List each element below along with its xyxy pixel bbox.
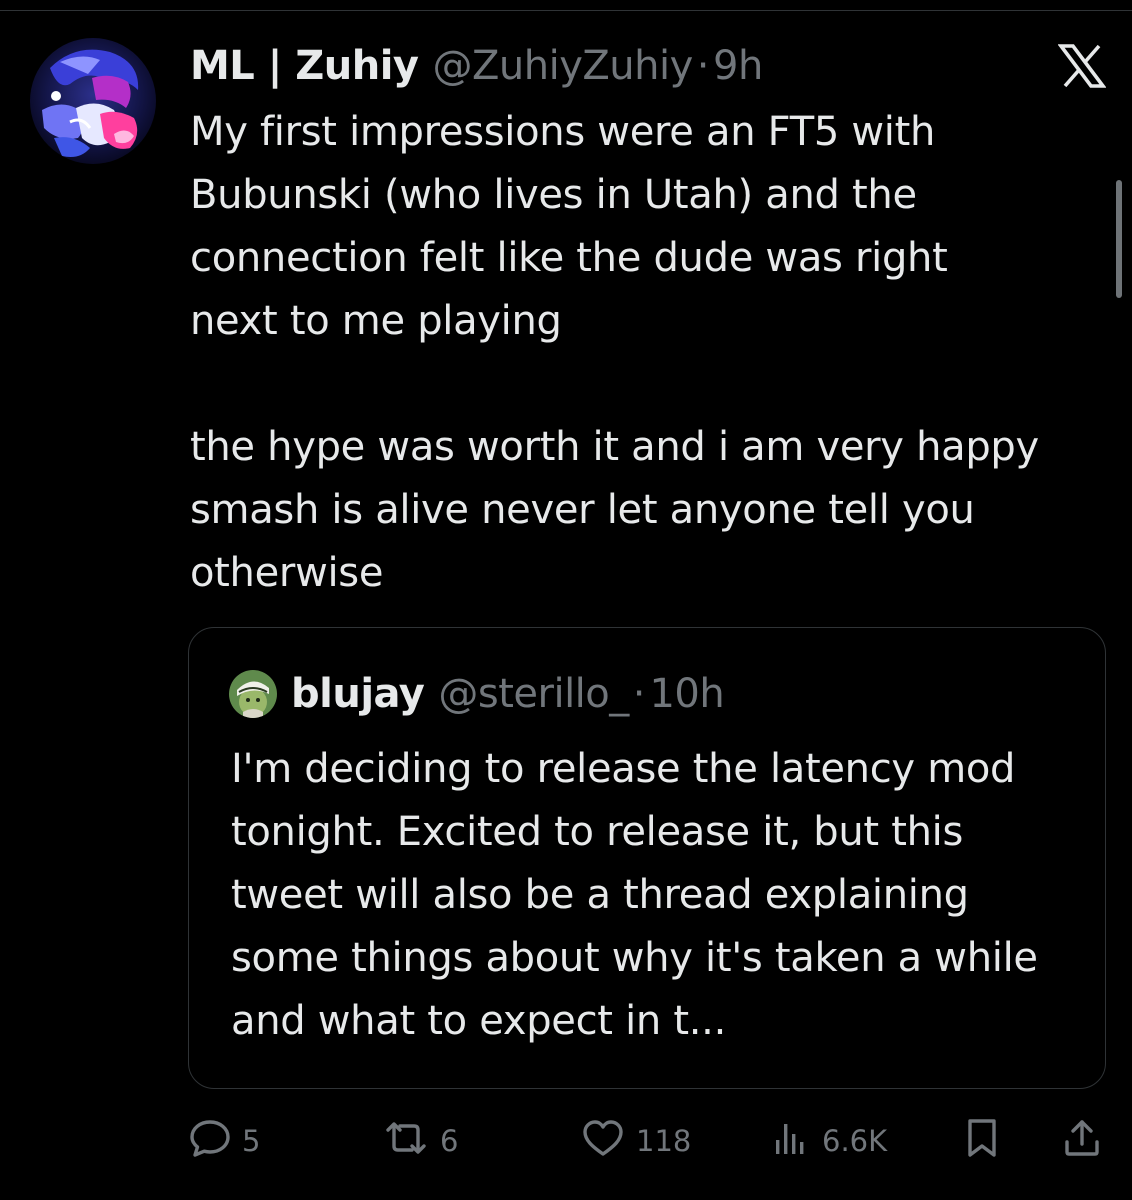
x-logo-icon[interactable] bbox=[1057, 44, 1107, 88]
reply-button[interactable]: 5 bbox=[188, 1118, 260, 1164]
repost-icon bbox=[382, 1116, 430, 1167]
share-button[interactable] bbox=[1062, 1118, 1102, 1164]
author-avatar[interactable] bbox=[30, 38, 156, 164]
quoted-tweet-card[interactable]: blujay @sterillo_ · 10h I'm deciding to … bbox=[188, 627, 1106, 1089]
quoted-author-display-name[interactable]: blujay bbox=[291, 666, 425, 722]
quoted-tweet-header: blujay @sterillo_ · 10h bbox=[229, 666, 725, 722]
reply-icon bbox=[188, 1116, 232, 1167]
like-button[interactable]: 118 bbox=[580, 1118, 691, 1164]
tweet-header: ML | Zuhiy @ZuhiyZuhiy · 9h bbox=[190, 38, 1110, 94]
bookmark-icon bbox=[962, 1116, 1002, 1167]
repost-button[interactable]: 6 bbox=[382, 1118, 458, 1164]
tweet: ML | Zuhiy @ZuhiyZuhiy · 9h My first imp… bbox=[190, 38, 1110, 605]
view-count: 6.6K bbox=[822, 1124, 888, 1158]
quoted-tweet-body: I'm deciding to release the latency mod … bbox=[231, 746, 1038, 1044]
tweet-timestamp[interactable]: 9h bbox=[713, 38, 763, 94]
tweet-action-bar: 5 6 118 6.6K bbox=[188, 1118, 1108, 1164]
heart-icon bbox=[580, 1116, 626, 1167]
scrollbar-thumb[interactable] bbox=[1116, 180, 1122, 298]
separator-dot: · bbox=[632, 671, 646, 717]
top-divider bbox=[0, 10, 1132, 11]
separator-dot: · bbox=[696, 43, 710, 89]
author-display-name[interactable]: ML | Zuhiy bbox=[190, 38, 419, 94]
tweet-body: My first impressions were an FT5 with Bu… bbox=[190, 109, 1039, 596]
reply-count: 5 bbox=[242, 1124, 261, 1158]
quoted-author-avatar[interactable] bbox=[229, 670, 277, 718]
quoted-tweet-timestamp[interactable]: 10h bbox=[649, 666, 724, 722]
like-count: 118 bbox=[636, 1124, 692, 1158]
bookmark-button[interactable] bbox=[962, 1118, 1002, 1164]
repost-count: 6 bbox=[440, 1124, 459, 1158]
share-icon bbox=[1062, 1116, 1102, 1167]
quoted-author-handle[interactable]: @sterillo_ bbox=[438, 666, 629, 722]
views-button[interactable]: 6.6K bbox=[772, 1118, 887, 1164]
author-handle[interactable]: @ZuhiyZuhiy bbox=[433, 38, 694, 94]
views-icon bbox=[772, 1116, 812, 1167]
